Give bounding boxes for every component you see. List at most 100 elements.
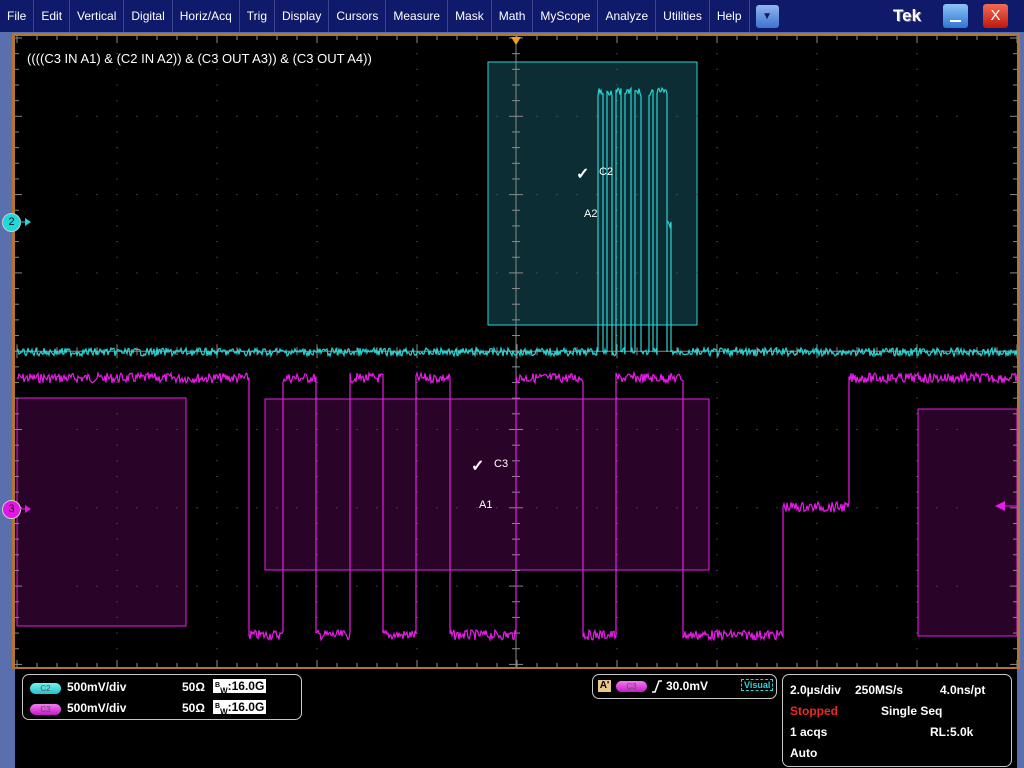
grid-dot <box>116 538 118 540</box>
grid-dot <box>116 522 118 524</box>
grid-dot <box>816 225 818 227</box>
grid-dot <box>956 115 958 117</box>
grid-dot <box>116 397 118 399</box>
grid-dot <box>956 194 958 196</box>
ch2-offset-marker[interactable]: 2 <box>2 213 21 232</box>
grid-dot <box>416 382 418 384</box>
grid-dot <box>116 585 118 587</box>
menu-digital[interactable]: Digital <box>124 0 173 32</box>
menu-math[interactable]: Math <box>492 0 534 32</box>
more-menu-button[interactable]: ▼ <box>755 4 779 28</box>
ch3-badge[interactable]: C3 <box>30 704 61 715</box>
grid-dot <box>116 413 118 415</box>
grid-dot <box>396 507 398 509</box>
grid-dot <box>796 272 798 274</box>
grid-dot <box>116 382 118 384</box>
grid-dot <box>176 272 178 274</box>
grid-dot <box>916 522 918 524</box>
grid-dot <box>416 241 418 243</box>
grid-dot <box>156 272 158 274</box>
grid-dot <box>116 319 118 321</box>
grid-dot <box>76 507 78 509</box>
grid-dot <box>836 585 838 587</box>
grid-dot <box>316 147 318 149</box>
grid-dot <box>316 366 318 368</box>
menu-myscope[interactable]: MyScope <box>533 0 599 32</box>
horizontal-scale: 2.0µs/div <box>790 683 841 697</box>
grid-dot <box>416 538 418 540</box>
grid-dot <box>616 100 618 102</box>
grid-dot <box>816 131 818 133</box>
grid-dot <box>916 397 918 399</box>
grid-dot <box>876 429 878 430</box>
ch2-badge[interactable]: C2 <box>30 683 61 694</box>
grid-dot <box>436 585 438 587</box>
grid-dot <box>156 115 158 117</box>
ch3-marker-arrow-icon <box>20 505 31 513</box>
grid-dot <box>856 115 858 117</box>
close-button[interactable]: X <box>983 4 1008 28</box>
grid-dot <box>76 194 78 196</box>
menu-vertical[interactable]: Vertical <box>70 0 125 32</box>
grid-dot <box>416 491 418 493</box>
grid-dot <box>356 194 358 196</box>
menu-mask[interactable]: Mask <box>448 0 492 32</box>
trigger-readout[interactable]: A' C3 30.0mV Visual <box>592 674 777 699</box>
menu-horiz-acq[interactable]: Horiz/Acq <box>173 0 240 32</box>
trigger-mode: Auto <box>790 746 818 760</box>
grid-dot <box>716 100 718 102</box>
grid-dot <box>816 554 818 556</box>
grid-dot <box>436 507 438 509</box>
menu-measure[interactable]: Measure <box>386 0 449 32</box>
waveform-display[interactable]: ((((C3 IN A1) & (C2 IN A2)) & (C3 OUT A3… <box>15 36 1017 667</box>
grid-dot <box>836 194 838 196</box>
menu-utilities[interactable]: Utilities <box>656 0 710 32</box>
grid-dot <box>256 115 258 117</box>
grid-dot <box>376 585 378 587</box>
grid-dot <box>116 616 118 618</box>
menu-analyze[interactable]: Analyze <box>598 0 657 32</box>
grid-dot <box>616 162 618 164</box>
grid-dot <box>816 413 818 415</box>
ch3-offset-marker[interactable]: 3 <box>2 500 21 519</box>
menu-file[interactable]: File <box>0 0 35 32</box>
menu-display[interactable]: Display <box>275 0 330 32</box>
grid-dot <box>436 272 438 274</box>
grid-dot <box>616 272 618 274</box>
minimize-button[interactable] <box>943 4 968 28</box>
menu-edit[interactable]: Edit <box>34 0 71 32</box>
grid-dot <box>816 319 818 321</box>
menu-cursors[interactable]: Cursors <box>329 0 387 32</box>
acquisition-mode: Single Seq <box>881 704 943 718</box>
grid-dot <box>916 382 918 384</box>
grid-dot <box>576 115 578 117</box>
grid-dot <box>416 569 418 571</box>
grid-dot <box>236 272 238 274</box>
grid-dot <box>276 272 278 274</box>
mask-a2-label[interactable]: A2 <box>584 208 597 220</box>
grid-dot <box>916 194 918 196</box>
horizontal-readout[interactable]: 2.0µs/div 250MS/s 4.0ns/pt Stopped Singl… <box>782 674 1012 767</box>
menu-trig[interactable]: Trig <box>240 0 275 32</box>
grid-dot <box>316 382 318 384</box>
vertical-readout[interactable]: C2 500mV/div 50Ω BW:16.0G C3 500mV/div 5… <box>22 674 302 720</box>
grid-dot <box>416 507 418 509</box>
grid-dot <box>716 272 718 274</box>
sample-rate: 250MS/s <box>855 683 904 697</box>
grid-dot <box>216 429 218 430</box>
mask-a1-label[interactable]: A1 <box>479 499 492 511</box>
time-per-point: 4.0ns/pt <box>940 683 986 697</box>
grid-dot <box>116 272 118 274</box>
grid-dot <box>816 632 818 634</box>
grid-dot <box>816 522 818 524</box>
grid-dot <box>116 475 118 477</box>
grid-dot <box>716 554 718 556</box>
menu-help[interactable]: Help <box>710 0 750 32</box>
grid-dot <box>916 115 918 117</box>
grid-dot <box>576 272 578 274</box>
grid-dot <box>716 288 718 290</box>
grid-dot <box>76 429 78 430</box>
grid-dot <box>536 429 538 430</box>
grid-dot <box>736 194 738 196</box>
grid-dot <box>676 429 678 430</box>
